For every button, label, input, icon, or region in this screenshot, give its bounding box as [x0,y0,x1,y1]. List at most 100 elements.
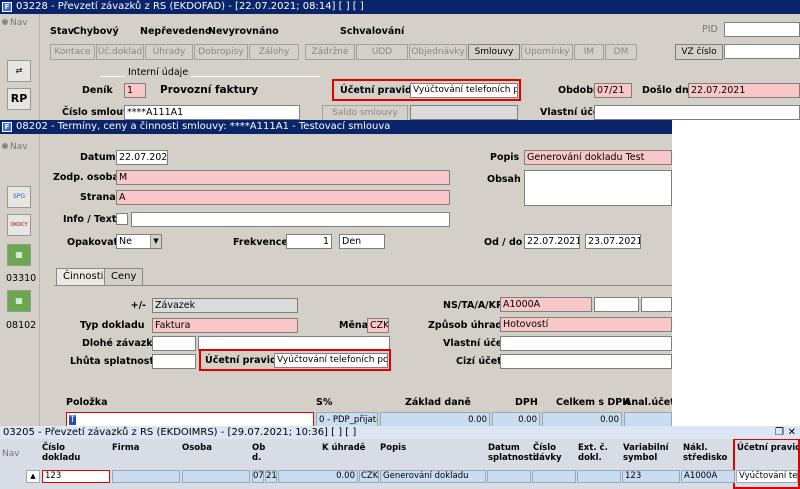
frekvence-label: Frekvence [233,237,288,248]
schvalovani-label: Schvalování [340,26,405,37]
tab-upominky[interactable]: Upomínky [521,44,573,60]
frekvence-field[interactable]: 1 [286,234,332,249]
vlastni-ucet-field[interactable] [500,336,672,351]
lhuta-splatnosti-field[interactable] [152,354,196,369]
datum-splatnosti-cell[interactable] [487,470,531,483]
firma-cell[interactable] [112,470,180,483]
doc-icon-2[interactable]: ▦ [7,290,31,312]
pid-field[interactable] [724,22,800,37]
ucetni-pravidlo-cell[interactable]: Vyúčtování telefo [736,470,798,483]
plus-minus-field[interactable]: Závazek [152,298,298,313]
mena-field[interactable]: CZK [367,318,389,333]
chevron-down-icon[interactable]: ▼ [150,235,161,248]
variabilni-symbol-cell[interactable]: 123 [622,470,680,483]
mena-cell[interactable]: CZK [359,470,379,483]
cislo-dokladu-cell[interactable]: 123 [42,470,110,483]
s-percent-cell[interactable]: 0 - PDP_přijatá [316,412,378,426]
close-icon[interactable]: ✕ [788,426,796,439]
table-row[interactable]: T 0 - PDP_přijatá 0.00 0.00 0.00 [66,412,672,426]
datum-field[interactable]: 22.07.2021 [116,150,168,165]
mena-label: Měna [339,320,369,331]
shortcut-08102[interactable]: 08102 [6,320,36,331]
section-title: Interní údaje [125,67,192,78]
tab-uhrady[interactable]: Úhrady [145,44,193,60]
ucetni-pravidlo-field[interactable]: Vyúčtování telefoních popl [410,83,518,98]
okocy-icon[interactable]: OKOCY [7,214,31,236]
popis-cell[interactable]: Generování dokladu [380,470,486,483]
tab-im[interactable]: IM [574,44,604,60]
table-row[interactable]: ▲ 123 07 21 0.00 CZK Generování dokladu … [26,470,800,484]
dlouhe-zavazku-field[interactable] [152,336,196,351]
tab-dm[interactable]: DM [605,44,637,60]
tab-objednavky[interactable]: Objednávky [409,44,467,60]
saldo-smlouvy-button[interactable]: Saldo smlouvy [322,105,408,120]
tab-ceny[interactable]: Ceny [104,268,144,285]
tab-kontace[interactable]: Kontace [50,44,95,60]
osoba-cell[interactable] [182,470,250,483]
nav-toggle-3[interactable]: Nav [2,449,20,459]
restore-icon[interactable]: ❐ [775,426,784,439]
export-icon[interactable]: ⇄ [7,60,31,82]
row-selector-icon[interactable]: ▲ [26,470,40,483]
ext-dokl-cell[interactable] [577,470,621,483]
obdobi-year-cell[interactable]: 21 [265,470,277,483]
zpusob-uhrady-field[interactable]: Hotovostí [500,317,672,332]
tab-zadrzne[interactable]: Zádržné [305,44,355,60]
obdobi-month-cell[interactable]: 07 [252,470,264,483]
frekvence-unit-field[interactable]: Den [339,234,385,249]
typ-dokladu-field[interactable]: Faktura [152,318,298,333]
cizi-ucet-field[interactable] [500,354,672,369]
cislo-smlouvy-field[interactable]: ****A111A1 [124,105,300,120]
shortcut-03310[interactable]: 03310 [6,273,36,284]
strana-field[interactable]: A [116,190,450,205]
col-datum-splatnosti: Datum splatnosti [488,443,536,463]
zaklad-cell[interactable]: 0.00 [380,412,490,426]
info-checkbox[interactable] [116,213,128,225]
tab-zalohy[interactable]: Zálohy [249,44,299,60]
ns-ta-field-3[interactable] [641,297,672,312]
dph-cell[interactable]: 0.00 [492,412,540,426]
window-title-text: 03228 - Převzetí závazků z RS (EKDOFAD) … [16,1,364,12]
tab-cinnosti[interactable]: Činnosti [56,268,111,285]
info-text-field[interactable] [131,212,450,227]
nakl-stredisko-cell[interactable]: A1000A [681,470,735,483]
col-cislo-davky: Číslo dávky [533,443,562,463]
ns-ta-field[interactable]: A1000A [500,297,592,312]
spg-icon[interactable]: SPG [7,186,31,208]
vz-cislo-field[interactable] [724,44,800,59]
celkem-cell[interactable]: 0.00 [542,412,622,426]
app-icon: F [2,2,12,12]
nav-toggle[interactable]: Nav [2,18,28,28]
window-title-text: 08202 - Termíny, ceny a činnosti smlouvy… [16,121,391,132]
anal-ucet-cell[interactable] [624,412,672,426]
tab-smlouvy[interactable]: Smlouvy [468,44,520,60]
pid-label: PID [702,24,718,35]
nav-toggle-2[interactable]: Nav [2,142,28,152]
opakovat-select[interactable]: Ne ▼ [116,234,162,249]
nav-icon [2,19,8,25]
zodp-osoba-field[interactable]: M [116,170,450,185]
cislo-davky-cell[interactable] [532,470,576,483]
left-toolbar-2: Nav SPG OKOCY ▦ 03310 ▦ 08102 [0,134,40,426]
ucetni-pravidlo-field-2[interactable]: Vyúčtování telefoních poplat [274,353,388,368]
obdobi-field[interactable]: 07/21 [594,83,632,98]
plus-minus-label: +/- [130,300,146,311]
ns-ta-label: NS/TA/A/KP [443,300,503,311]
tab-udd[interactable]: UDD [356,44,408,60]
nevyrovnano-label: Nevyrovnáno [208,26,279,37]
tab-uc-doklad[interactable]: Úč.doklad [96,44,144,60]
ns-ta-field-2[interactable] [594,297,639,312]
popis-field[interactable]: Generování dokladu Test [524,150,672,165]
vlastni-ucet-field-top[interactable] [594,105,800,120]
doslo-dne-field[interactable]: 22.07.2021 [688,83,800,98]
doc-icon[interactable]: ▦ [7,244,31,266]
tab-dobropisy[interactable]: Dobropisy [194,44,248,60]
vz-cislo-button[interactable]: VZ číslo [675,44,723,60]
rp-button[interactable]: RP [7,88,31,110]
k-uhrade-cell[interactable]: 0.00 [278,470,358,483]
denik-field[interactable]: 1 [124,83,146,98]
do-field[interactable]: 23.07.2021 [585,234,641,249]
polozka-cell[interactable]: T [66,412,314,426]
obsah-field[interactable] [524,170,672,206]
od-field[interactable]: 22.07.2021 [524,234,580,249]
